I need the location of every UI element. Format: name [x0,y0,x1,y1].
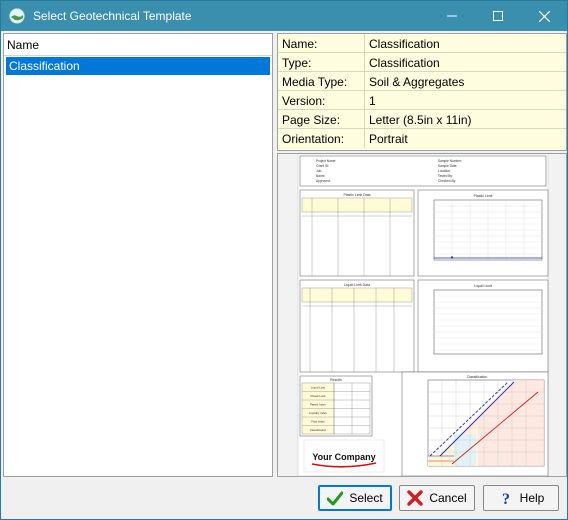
plastic-limit-table-title: Plastic Limit Data [343,193,370,197]
info-value: Classification [369,37,440,51]
info-value: Soil & Aggregates [369,75,465,89]
cancel-button-label: Cancel [429,491,467,505]
preview-header-left: Job: [316,169,322,173]
list-column-header[interactable]: Name [4,34,272,56]
plastic-limit-chart-title: Plastic Limit [474,194,493,198]
info-row-name: Name: Classification [278,34,566,53]
help-question-icon: ? [502,491,510,506]
results-row-label: Liquidity Index [309,411,327,415]
close-icon [538,10,550,22]
minimize-button[interactable] [429,1,475,31]
svg-text:?: ? [502,491,510,506]
preview-thumbnail: Project Name: Client ID: Job: Name: Appr… [278,154,566,476]
preview-header-right: Sample Number: [438,159,462,163]
help-button[interactable]: ? Help [483,485,559,511]
template-list[interactable]: Name Classification [3,33,273,477]
select-button-label: Select [349,491,383,505]
results-row-label: Classification [310,428,327,432]
info-row-page-size: Page Size: Letter (8.5in x 11in) [278,110,566,129]
dialog-window: Select Geotechnical Template Name Classi… [0,0,568,520]
template-preview: Project Name: Client ID: Job: Name: Appr… [277,153,567,477]
maximize-button[interactable] [475,1,521,31]
help-button-label: Help [519,491,545,505]
select-button[interactable]: Select [318,485,392,511]
window-title: Select Geotechnical Template [33,9,192,23]
cancel-button[interactable]: Cancel [399,485,475,511]
preview-header-right: Sample Date: [438,164,457,168]
preview-header-left: Approved: [316,179,331,183]
info-key: Name: [282,37,318,51]
info-value: Letter (8.5in x 11in) [369,113,472,127]
preview-header-right: Checked By: [438,179,456,183]
info-key: Orientation: [282,132,345,146]
liquid-limit-table-title: Liquid Limit Data [344,283,370,287]
info-key: Type: [282,56,312,70]
info-row-media-type: Media Type: Soil & Aggregates [278,72,566,91]
list-item[interactable]: Classification [6,57,270,75]
preview-header-right: Location: [438,169,451,173]
preview-header-left: Project Name: [316,159,336,163]
template-info-grid: Name: Classification Type: Classificatio… [277,33,567,151]
title-bar[interactable]: Select Geotechnical Template [1,1,567,31]
checkmark-icon [327,491,344,506]
liquid-limit-chart-title: Liquid Limit [474,284,492,288]
maximize-icon [493,11,503,21]
info-value: Portrait [369,132,408,146]
results-row-label: Flow Index [311,420,325,424]
preview-header-right: Tested By: [438,174,453,178]
app-globe-icon [9,8,25,24]
minimize-icon [447,15,457,17]
preview-header-left: Client ID: [316,164,329,168]
results-row-label: Liquid Limit [311,386,325,390]
results-row-label: Plastic Index [310,403,326,407]
results-title: Results [330,378,342,382]
company-logo-text: Your Company [312,452,375,462]
info-key: Page Size: [282,113,341,127]
info-row-type: Type: Classification [278,53,566,72]
info-value: Classification [369,56,440,70]
close-button[interactable] [521,1,567,31]
info-key: Media Type: [282,75,348,89]
info-value: 1 [369,94,376,108]
preview-header-left: Name: [316,174,326,178]
classification-chart-title: Classification [467,375,488,379]
info-row-version: Version: 1 [278,91,566,110]
cancel-x-icon [407,490,424,506]
results-row-label: Plastic Limit [311,394,326,398]
info-row-orientation: Orientation: Portrait [278,129,566,148]
info-key: Version: [282,94,326,108]
